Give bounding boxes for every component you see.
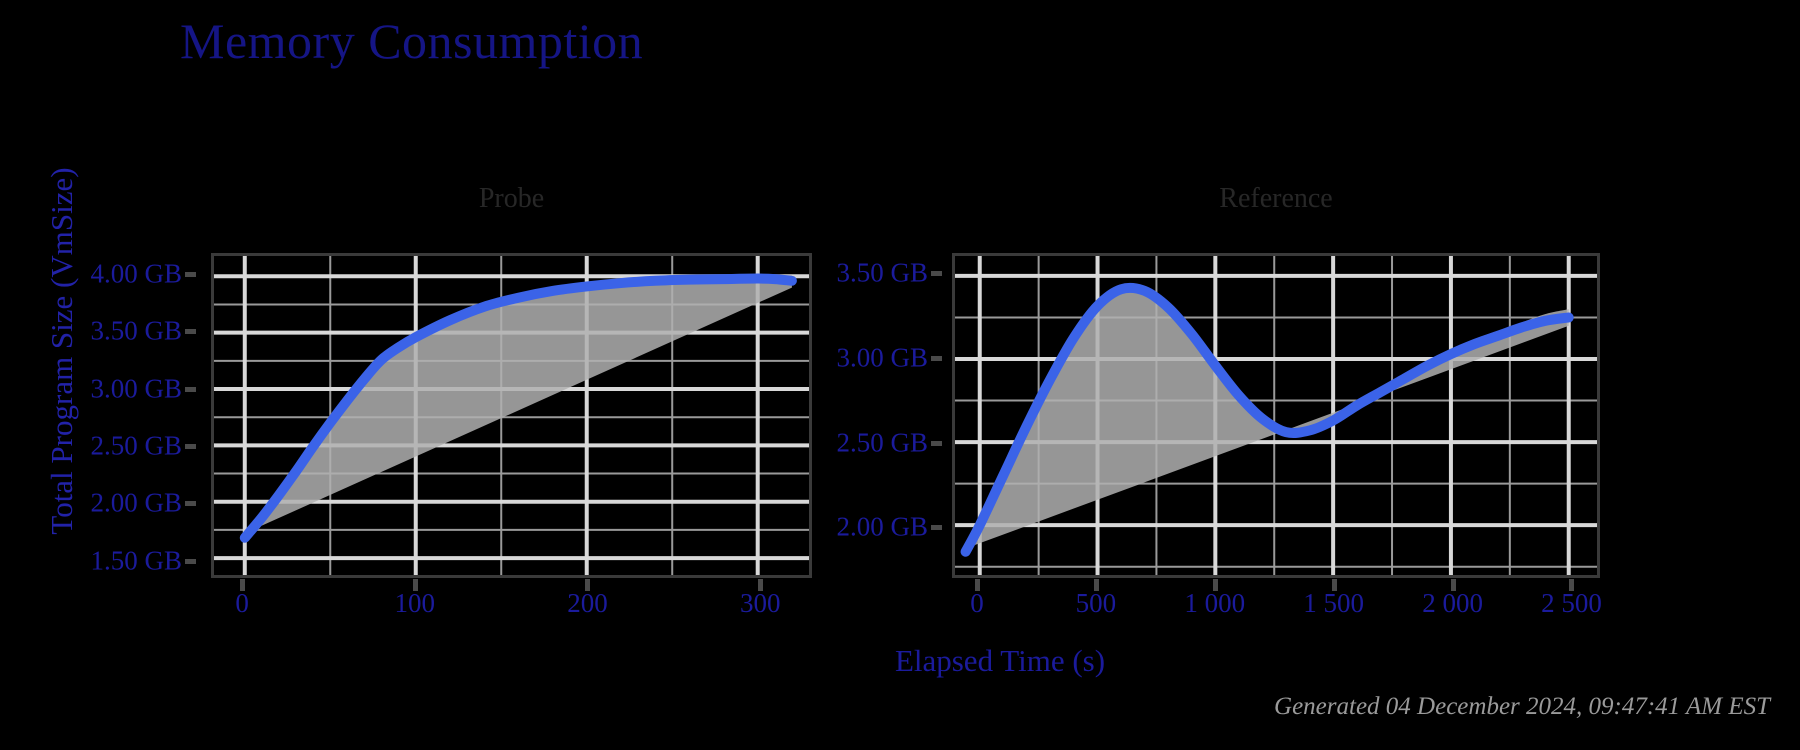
x-tick-label: 500 — [1075, 588, 1117, 618]
generated-timestamp: Generated 04 December 2024, 09:47:41 AM … — [1274, 693, 1770, 720]
y-tick-mark — [931, 271, 942, 277]
y-tick-label: 4.00 GB — [90, 258, 182, 289]
x-tick-label: 0 — [235, 588, 249, 618]
y-tick-label: 1.50 GB — [90, 545, 182, 576]
y-tick-mark — [185, 558, 196, 564]
x-tick-mark — [974, 579, 980, 591]
y-tick-label: 2.00 GB — [90, 487, 182, 518]
x-tick-label: 2 500 — [1541, 588, 1602, 618]
x-tick-label: 1 000 — [1184, 588, 1246, 618]
y-tick-label: 3.50 GB — [836, 257, 928, 288]
chart-canvas: Memory Consumption Total Program Size (V… — [0, 0, 1800, 750]
y-tick-label: 3.00 GB — [90, 373, 182, 403]
plot-panel-reference: Reference — [952, 183, 1600, 578]
plot-panel-probe: Probe — [211, 183, 812, 578]
y-tick-mark — [931, 525, 942, 531]
x-tick-label: 2 000 — [1422, 588, 1483, 618]
x-tick-mark — [412, 579, 418, 591]
plot-area-probe — [214, 256, 809, 575]
x-tick-label: 1 500 — [1303, 588, 1365, 618]
x-tick-mark — [240, 579, 246, 591]
y-tick-mark — [185, 501, 196, 507]
plot-frame-reference — [952, 253, 1600, 578]
y-tick-label: 3.00 GB — [836, 342, 928, 373]
y-axis-ticks-reference: 2.00 GB 2.50 GB 3.00 GB 3.50 GB — [770, 253, 942, 578]
y-tick-mark — [185, 386, 196, 392]
y-tick-mark — [185, 443, 196, 449]
y-tick-label: 2.00 GB — [836, 511, 928, 542]
x-tick-mark — [1331, 579, 1337, 591]
y-tick-mark — [931, 440, 942, 446]
x-tick-mark — [585, 579, 591, 591]
x-tick-label: 200 — [567, 588, 608, 618]
x-axis-label: Elapsed Time (s) — [894, 643, 1106, 678]
x-tick-mark — [1569, 579, 1575, 591]
y-tick-mark — [185, 271, 196, 277]
y-tick-mark — [185, 329, 196, 335]
panel-title-reference: Reference — [1219, 183, 1333, 214]
x-tick-mark — [1212, 579, 1218, 591]
x-tick-label: 100 — [394, 588, 436, 618]
panel-title-probe: Probe — [478, 183, 545, 214]
x-tick-mark — [758, 579, 764, 591]
x-tick-label: 0 — [970, 588, 984, 618]
y-axis-ticks-probe: 1.50 GB 2.00 GB 2.50 GB 3.00 GB 3.50 GB 4.00 … — [0, 253, 196, 578]
y-tick-mark — [931, 355, 942, 361]
plot-area-reference — [955, 256, 1597, 575]
x-tick-mark — [1093, 579, 1099, 591]
x-tick-mark — [1450, 579, 1456, 591]
page-title: Memory Consumption — [180, 13, 644, 69]
plot-frame-probe — [211, 253, 812, 578]
y-tick-label: 2.50 GB — [836, 427, 928, 458]
x-tick-label: 300 — [739, 588, 781, 618]
y-tick-label: 3.50 GB — [90, 315, 182, 346]
y-tick-label: 2.50 GB — [90, 430, 182, 461]
